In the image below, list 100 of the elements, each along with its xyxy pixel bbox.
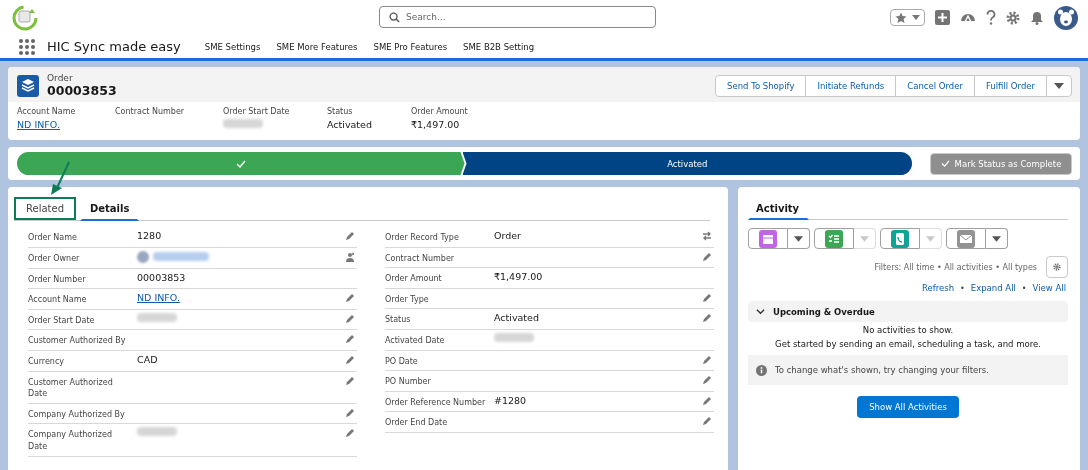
caret-icon <box>992 235 1001 242</box>
bell-icon[interactable] <box>1030 10 1044 25</box>
field-label: Account Name <box>28 294 88 306</box>
section-header[interactable]: Upcoming & Overdue <box>748 301 1068 322</box>
field-label: Order Amount <box>411 107 468 116</box>
composer-button[interactable] <box>814 228 854 249</box>
pencil-icon[interactable] <box>345 407 355 418</box>
action-button[interactable]: Cancel Order <box>895 74 975 97</box>
path-stage[interactable]: Activated <box>462 152 912 175</box>
section-title: Upcoming & Overdue <box>773 306 875 317</box>
more-actions-button[interactable] <box>1046 74 1072 97</box>
help-icon[interactable] <box>986 10 996 25</box>
avatar-icon[interactable] <box>1054 5 1078 30</box>
field-label: Company Authorized By <box>28 408 126 421</box>
pencil-icon[interactable] <box>702 251 712 262</box>
pencil-icon[interactable] <box>345 354 355 365</box>
record-tab[interactable]: Related <box>14 197 76 220</box>
field-value: CAD <box>137 353 158 365</box>
pencil-icon[interactable] <box>702 395 712 406</box>
redacted-value <box>494 332 534 342</box>
record-name: 00003853 <box>47 83 117 98</box>
field-value: 00003853 <box>137 271 186 283</box>
pencil-icon[interactable] <box>345 334 355 345</box>
field-label: Order Reference Number <box>385 396 487 409</box>
field-value: ₹1,497.00 <box>494 271 543 283</box>
field-value: 1280 <box>137 230 162 241</box>
pencil-icon[interactable] <box>702 313 712 324</box>
action-button[interactable]: Initiate Refunds <box>805 74 897 97</box>
nav-tab[interactable]: SME Settings <box>204 37 261 56</box>
action-button[interactable]: Fulfill Order <box>973 74 1047 97</box>
caret-icon <box>926 235 935 242</box>
field-label: Status <box>385 314 412 326</box>
empty-state-text: Get started by sending an email, scheduling a task, and more. <box>774 339 1042 349</box>
nav-tab[interactable]: SME More Features <box>276 37 358 56</box>
action-button[interactable]: Send To Shopify <box>715 74 807 97</box>
record-tab[interactable]: Details <box>80 197 140 221</box>
composer-dropdown[interactable] <box>788 228 810 249</box>
field-value: Activated <box>327 119 373 130</box>
caret-icon <box>912 15 920 20</box>
swap-icon[interactable] <box>702 231 712 241</box>
nav-tab[interactable]: SME Pro Features <box>373 37 448 56</box>
composer-button[interactable] <box>748 228 788 249</box>
field-label: Order Owner <box>28 252 81 265</box>
field-value: #1280 <box>494 394 527 406</box>
separator-dot: • <box>1021 283 1027 293</box>
check-icon <box>235 159 246 168</box>
add-icon[interactable] <box>935 10 950 25</box>
settings-icon[interactable] <box>1006 10 1020 25</box>
activity-link[interactable]: Refresh <box>922 283 955 293</box>
field-label: Currency <box>28 355 66 368</box>
caret-icon <box>1054 82 1064 89</box>
avatar-placeholder <box>137 250 149 263</box>
pencil-icon[interactable] <box>345 313 355 324</box>
composer-button[interactable] <box>946 228 986 249</box>
object-label: Order <box>47 73 74 83</box>
nav-tab[interactable]: SME B2B Setting <box>463 37 535 56</box>
separator-dot: • <box>960 283 965 293</box>
field-value: Activated <box>494 312 539 324</box>
activity-tab[interactable]: Activity <box>748 197 810 220</box>
pencil-icon[interactable] <box>345 231 355 241</box>
field-label: Customer Authorized Date <box>28 376 114 400</box>
activity-link[interactable]: Expand All <box>970 283 1016 293</box>
activity-link[interactable]: View All <box>1032 283 1066 293</box>
pencil-icon[interactable] <box>702 354 712 365</box>
redacted-value <box>223 119 263 128</box>
settings-icon <box>1053 262 1061 272</box>
field-label: Order Start Date <box>28 314 96 327</box>
filter-settings-button[interactable] <box>1046 256 1068 278</box>
annotation-arrow <box>48 161 72 197</box>
pencil-icon[interactable] <box>345 293 355 304</box>
field-label: Order Start Date <box>223 107 291 116</box>
field-label: Customer Authorized By <box>28 335 127 347</box>
account-link[interactable]: ND INFO. <box>17 119 115 130</box>
caret-icon <box>860 235 869 242</box>
field-label: Order Number <box>28 273 87 286</box>
pencil-icon[interactable] <box>702 375 712 386</box>
app-launcher-icon[interactable] <box>19 38 35 55</box>
person-swap-icon[interactable] <box>345 251 355 262</box>
composer-dropdown[interactable] <box>986 228 1008 249</box>
filters-text: Filters: All time • All activities • All types <box>874 262 1037 272</box>
composer-button[interactable] <box>880 228 920 249</box>
field-value: Order <box>494 230 521 241</box>
field-label: Company Authorized Date <box>28 429 113 453</box>
field-label: Activated Date <box>385 334 446 347</box>
show-all-activities-button[interactable]: Show All Activities <box>857 396 959 418</box>
field-label: Contract Number <box>115 107 186 116</box>
redacted-value <box>137 312 177 322</box>
pencil-icon[interactable] <box>702 416 712 427</box>
app-name: HIC Sync made easy <box>47 39 181 54</box>
pencil-icon[interactable] <box>702 292 712 303</box>
search-icon <box>389 12 400 23</box>
pencil-icon[interactable] <box>345 428 355 439</box>
search-field[interactable]: Search... <box>379 6 656 28</box>
order-icon <box>17 74 39 97</box>
account-link[interactable]: ND INFO. <box>137 292 180 304</box>
pencil-icon[interactable] <box>345 375 355 386</box>
redacted-value <box>137 427 177 437</box>
favorites-button[interactable] <box>890 9 925 26</box>
redacted-value <box>153 252 209 262</box>
field-label: Order Amount <box>385 273 443 285</box>
